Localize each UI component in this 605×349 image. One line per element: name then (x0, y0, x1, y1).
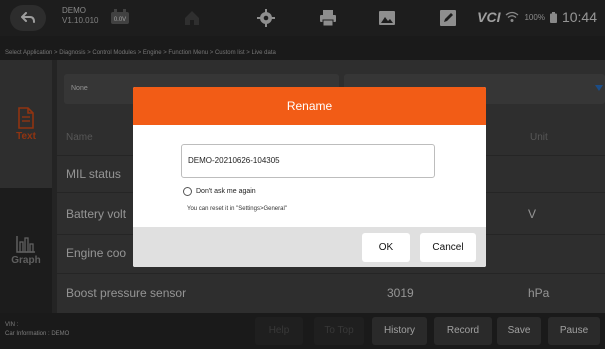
screen: DEMO V1.10.010 0.0V VCI 100% 10:44 Selec… (0, 0, 605, 349)
ok-button[interactable]: OK (362, 233, 410, 262)
radio-button[interactable] (183, 187, 192, 196)
filename-input[interactable]: DEMO-20210626-104305 (181, 144, 435, 178)
dialog-footer: OK Cancel (133, 227, 486, 267)
cancel-button[interactable]: Cancel (420, 233, 476, 262)
dont-ask-label: Don't ask me again (196, 188, 256, 195)
dialog-title: Rename (133, 87, 486, 125)
reset-note: You can reset it in "Settings>General" (187, 206, 287, 212)
rename-dialog: Rename DEMO-20210626-104305 Don't ask me… (133, 87, 486, 267)
dont-ask-option[interactable]: Don't ask me again (183, 187, 256, 196)
